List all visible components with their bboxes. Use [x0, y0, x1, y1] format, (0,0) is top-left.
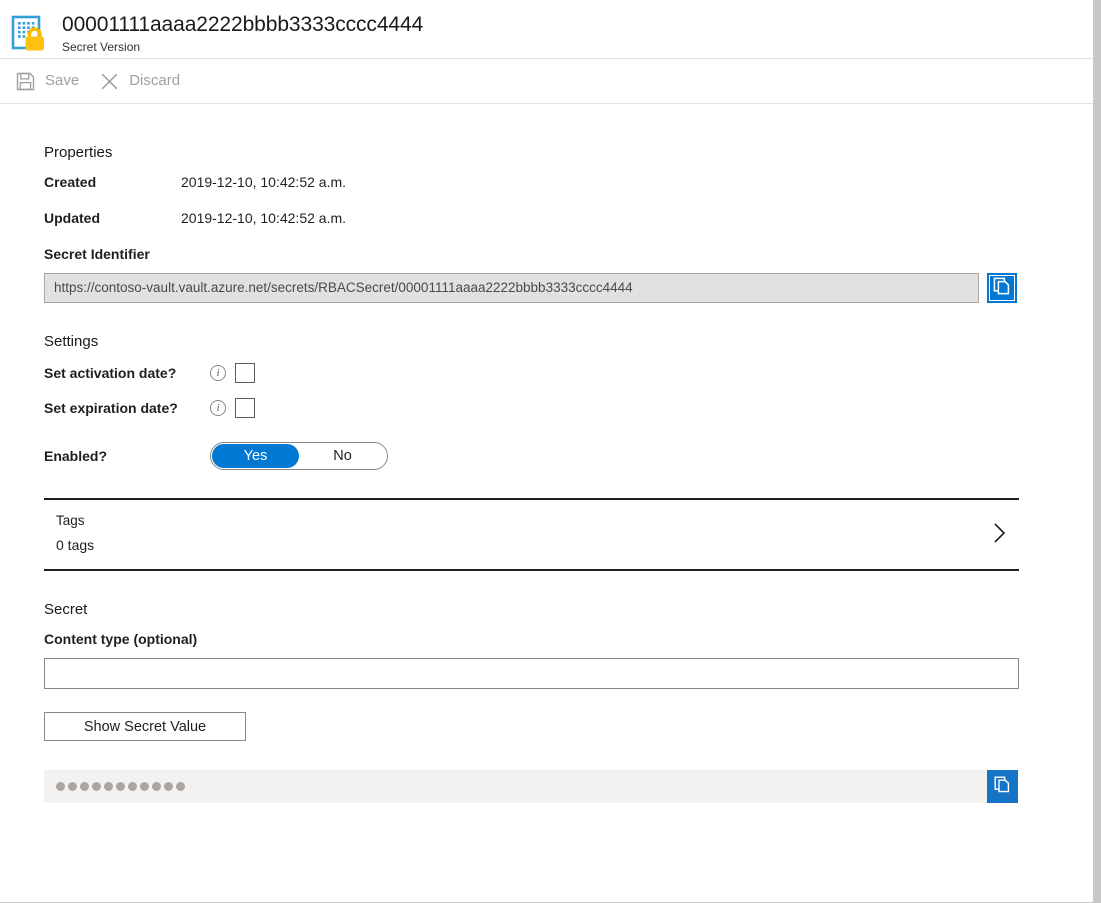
- activation-date-row: Set activation date? i: [44, 363, 1093, 383]
- updated-label: Updated: [44, 210, 100, 226]
- properties-heading: Properties: [44, 144, 113, 161]
- save-floppy-icon: [14, 70, 36, 92]
- content-type-label: Content type (optional): [44, 631, 198, 647]
- blade-container: 00001111aaaa2222bbbb3333cccc4444 Secret …: [0, 0, 1101, 903]
- expiration-date-checkbox[interactable]: [235, 398, 255, 418]
- close-x-icon: [98, 70, 120, 92]
- secret-key-vault-icon: [10, 14, 50, 54]
- settings-heading: Settings: [44, 333, 99, 350]
- secret-identifier-row: https://contoso-vault.vault.azure.net/se…: [44, 273, 1093, 303]
- mask-dot: [92, 782, 101, 791]
- header-text-group: 00001111aaaa2222bbbb3333cccc4444 Secret …: [62, 12, 423, 55]
- secret-value-masked[interactable]: [44, 770, 987, 803]
- info-circle-icon[interactable]: i: [210, 400, 226, 416]
- copy-to-clipboard-icon: [993, 775, 1012, 799]
- copy-secret-identifier-button[interactable]: [987, 273, 1017, 303]
- discard-button-label: Discard: [129, 72, 181, 89]
- content-type-input[interactable]: [44, 658, 1019, 689]
- page-title: 00001111aaaa2222bbbb3333cccc4444: [62, 13, 424, 36]
- mask-dot: [68, 782, 77, 791]
- save-button[interactable]: Save: [10, 65, 88, 97]
- copy-to-clipboard-icon: [992, 276, 1012, 301]
- secret-heading: Secret: [44, 601, 88, 618]
- mask-dot: [56, 782, 65, 791]
- enabled-toggle-yes[interactable]: Yes: [212, 444, 299, 468]
- enabled-label: Enabled?: [44, 448, 108, 464]
- mask-dot: [128, 782, 137, 791]
- chevron-right-icon[interactable]: [987, 520, 1013, 546]
- updated-value: 2019-12-10, 10:42:52 a.m.: [181, 210, 347, 226]
- mask-dot: [116, 782, 125, 791]
- enabled-row: Enabled? Yes No: [44, 442, 1093, 470]
- mask-dot: [104, 782, 113, 791]
- discard-button[interactable]: Discard: [94, 65, 189, 97]
- tags-section[interactable]: Tags 0 tags: [44, 498, 1019, 571]
- mask-dot: [140, 782, 149, 791]
- created-row: Created 2019-12-10, 10:42:52 a.m.: [44, 174, 1093, 190]
- created-label: Created: [44, 174, 97, 190]
- activation-date-label: Set activation date?: [44, 365, 177, 381]
- tags-title: Tags: [56, 513, 85, 528]
- enabled-toggle[interactable]: Yes No: [210, 442, 388, 470]
- expiration-date-row: Set expiration date? i: [44, 398, 1093, 418]
- secret-identifier-label: Secret Identifier: [44, 246, 150, 262]
- tags-count: 0 tags: [56, 537, 95, 553]
- created-value: 2019-12-10, 10:42:52 a.m.: [181, 174, 347, 190]
- save-button-label: Save: [45, 72, 80, 89]
- activation-date-checkbox[interactable]: [235, 363, 255, 383]
- blade-content: Properties Created 2019-12-10, 10:42:52 …: [0, 104, 1093, 803]
- mask-dot: [80, 782, 89, 791]
- mask-dot: [152, 782, 161, 791]
- mask-dot: [176, 782, 185, 791]
- updated-row: Updated 2019-12-10, 10:42:52 a.m.: [44, 210, 1093, 226]
- secret-identifier-input[interactable]: https://contoso-vault.vault.azure.net/se…: [44, 273, 979, 303]
- copy-secret-value-button[interactable]: [987, 770, 1018, 803]
- info-circle-icon[interactable]: i: [210, 365, 226, 381]
- command-bar: Save Discard: [0, 59, 1093, 104]
- page-subtitle: Secret Version: [62, 40, 141, 54]
- mask-dot: [164, 782, 173, 791]
- show-secret-value-button[interactable]: Show Secret Value: [44, 712, 246, 741]
- tags-text-group: Tags 0 tags: [56, 513, 987, 553]
- enabled-toggle-no[interactable]: No: [299, 444, 386, 468]
- secret-value-row: [44, 770, 1093, 803]
- expiration-date-label: Set expiration date?: [44, 400, 178, 416]
- blade-header: 00001111aaaa2222bbbb3333cccc4444 Secret …: [0, 0, 1093, 59]
